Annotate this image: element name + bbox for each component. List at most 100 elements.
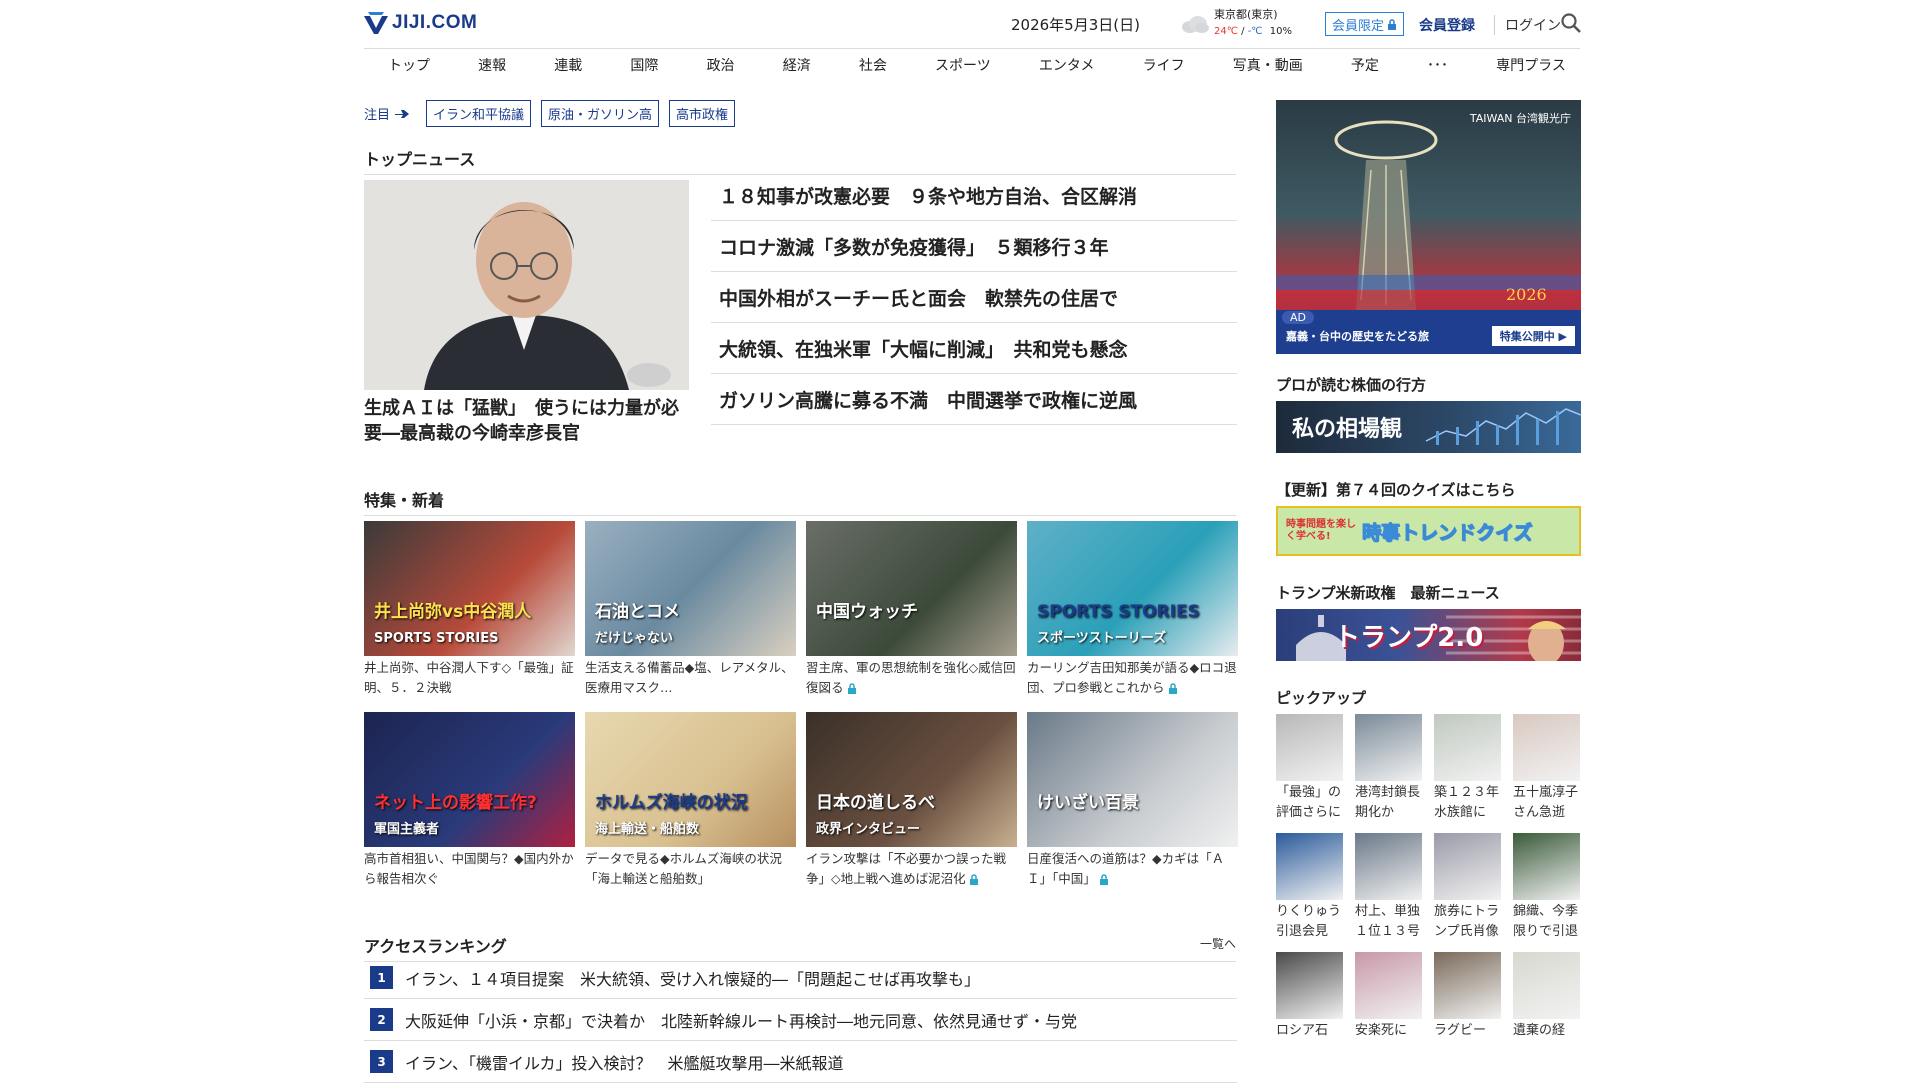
quiz-banner[interactable]: 時事問題を楽しく学べる! 時事トレンドクイズ bbox=[1276, 506, 1581, 556]
top-news-item[interactable]: 中国外相がスーチー氏と面会 軟禁先の住居で bbox=[711, 272, 1237, 323]
pickup-caption: 村上、単独１位１３号 bbox=[1355, 904, 1421, 939]
rank-number-badge: 2 bbox=[370, 1008, 393, 1031]
ranking-text: イラン、１４項目提案 米大統領、受け入れ懐疑的―「問題起こせば再攻撃も」 bbox=[405, 969, 981, 989]
features-grid: 井上尚弥vs中谷潤人 SPORTS STORIES 井上尚弥、中谷潤人下す◇「最強」… bbox=[364, 521, 1238, 889]
pickup-item[interactable]: 五十嵐淳子さん急逝 bbox=[1513, 714, 1580, 823]
feature-image-title: ネット上の影響工作? bbox=[374, 793, 537, 813]
nav-item-12[interactable]: ･･･ bbox=[1427, 55, 1448, 75]
feature-card[interactable]: けいざい百景 日産復活への道筋は？◆カギは「ＡＩ」「中国」 bbox=[1027, 712, 1238, 889]
weather-city: 東京都(東京) bbox=[1214, 8, 1278, 21]
nav-item-9[interactable]: ライフ bbox=[1143, 55, 1185, 75]
logo[interactable]: JIJI.COM bbox=[364, 12, 477, 34]
feature-caption: イラン攻撃は「不必要かつ誤った戦争」◇地上戦へ進めば泥沼化 bbox=[806, 849, 1017, 889]
feature-image: 日本の道しるべ 政界インタビュー bbox=[806, 712, 1017, 847]
pickup-image bbox=[1513, 714, 1580, 781]
pickup-grid: 「最強」の評価さらに 港湾封鎖長期化か 築１２３年水族館に 五十嵐淳子さん急逝りくりゅ… bbox=[1276, 714, 1581, 1041]
feature-caption: 日産復活への道筋は？◆カギは「ＡＩ」「中国」 bbox=[1027, 849, 1238, 889]
quiz-banner-text: 時事トレンドクイズ bbox=[1361, 521, 1533, 544]
member-register-link[interactable]: 会員登録 bbox=[1419, 15, 1475, 35]
search-icon[interactable] bbox=[1560, 12, 1582, 34]
nav-item-1[interactable]: 速報 bbox=[478, 55, 506, 75]
ad-banner[interactable]: 2026 TAIWAN 台湾観光庁 AD 嘉義・台中の歴史をたどる旅 特集公開中… bbox=[1276, 100, 1581, 354]
nav-item-8[interactable]: エンタメ bbox=[1039, 55, 1095, 75]
ranking-more-link[interactable]: 一覧へ bbox=[1200, 935, 1236, 952]
feature-card[interactable]: 中国ウォッチ 習主席、軍の思想統制を強化◇威信回復図る bbox=[806, 521, 1017, 698]
feature-caption: カーリング吉田知那美が語る◆ロコ退団、プロ参戦とこれから bbox=[1027, 658, 1238, 698]
weather-precip: 10% bbox=[1269, 26, 1292, 37]
feature-caption-text: 日産復活への道筋は？◆カギは「ＡＩ」「中国」 bbox=[1027, 851, 1225, 886]
pickup-heading: ピックアップ bbox=[1276, 689, 1367, 707]
stock-banner[interactable]: 私の相場観 bbox=[1276, 401, 1581, 453]
pickup-item[interactable]: 築１２３年水族館に bbox=[1434, 714, 1501, 823]
pickup-caption: 五十嵐淳子さん急逝 bbox=[1513, 785, 1579, 820]
feature-card[interactable]: ホルムズ海峡の状況 海上輸送・船舶数 データで見る◆ホルムズ海峡の状況「海上輸送と船… bbox=[585, 712, 796, 889]
pickup-item[interactable]: 旅券にトランプ氏肖像 bbox=[1434, 833, 1501, 942]
nav-item-5[interactable]: 経済 bbox=[783, 55, 811, 75]
member-only-button[interactable]: 会員限定 bbox=[1325, 12, 1405, 36]
feature-image-subtitle: 海上輸送・船舶数 bbox=[595, 822, 700, 837]
top-news-photo[interactable] bbox=[364, 180, 689, 390]
trump-banner[interactable]: トランプ2.0 bbox=[1276, 609, 1581, 661]
feature-image: ネット上の影響工作? 軍国主義者 bbox=[364, 712, 575, 847]
pickup-caption: 遺棄の経 bbox=[1513, 1023, 1566, 1038]
weather-widget[interactable]: 東京都(東京) 24℃ / -℃ 10% bbox=[1180, 6, 1292, 37]
pickup-item[interactable]: 港湾封鎖長期化か bbox=[1355, 714, 1422, 823]
pickup-caption: 旅券にトランプ氏肖像 bbox=[1434, 904, 1500, 939]
feature-card[interactable]: ネット上の影響工作? 軍国主義者 高市首相狙い、中国関与？◆国内外から報告相次ぐ bbox=[364, 712, 575, 889]
top-news-item[interactable]: コロナ激減「多数が免疫獲得」 ５類移行３年 bbox=[711, 221, 1237, 272]
lock-icon bbox=[1099, 874, 1108, 885]
nav-item-2[interactable]: 連載 bbox=[554, 55, 582, 75]
ranking-item[interactable]: 3 イラン、「機雷イルカ」投入検討？ 米艦艇攻撃用―米紙報道 bbox=[364, 1041, 1237, 1083]
feature-image-title: 石油とコメ bbox=[595, 602, 680, 622]
feature-card[interactable]: 日本の道しるべ 政界インタビュー イラン攻撃は「不必要かつ誤った戦争」◇地上戦へ進め… bbox=[806, 712, 1017, 889]
pickup-item[interactable]: 村上、単独１位１３号 bbox=[1355, 833, 1422, 942]
pickup-item[interactable]: 「最強」の評価さらに bbox=[1276, 714, 1343, 823]
pickup-image bbox=[1434, 952, 1501, 1019]
feature-card[interactable]: SPORTS STORIES スポーツストーリーズ カーリング吉田知那美が語る◆ロコ… bbox=[1027, 521, 1238, 698]
ranking-item[interactable]: 1 イラン、１４項目提案 米大統領、受け入れ懐疑的―「問題起こせば再攻撃も」 bbox=[364, 957, 1237, 999]
attention-tag-1[interactable]: イラン和平協議 bbox=[426, 100, 532, 127]
weather-temp: 24℃ / -℃ 10% bbox=[1214, 26, 1292, 37]
pickup-item[interactable]: りくりゅう引退会見 bbox=[1276, 833, 1343, 942]
lock-icon bbox=[1168, 683, 1177, 694]
ranking-item[interactable]: 2 大阪延伸「小浜・京都」で決着か 北陸新幹線ルート再検討―地元同意、依然見通せず… bbox=[364, 999, 1237, 1041]
login-link[interactable]: ログイン bbox=[1494, 15, 1561, 35]
top-news-item[interactable]: ガソリン高騰に募る不満 中間選挙で政権に逆風 bbox=[711, 374, 1237, 425]
pickup-item[interactable]: ロシア石 bbox=[1276, 952, 1343, 1041]
ad-badge: AD bbox=[1282, 311, 1314, 324]
stock-heading[interactable]: プロが読む株価の行方 bbox=[1276, 374, 1581, 395]
nav-item-11[interactable]: 予定 bbox=[1351, 55, 1379, 75]
top-news-item[interactable]: 大統領、在独米軍「大幅に削減」 共和党も懸念 bbox=[711, 323, 1237, 374]
pickup-caption: ロシア石 bbox=[1276, 1023, 1329, 1038]
attention-label: 注目 bbox=[364, 104, 410, 123]
nav-item-4[interactable]: 政治 bbox=[707, 55, 735, 75]
feature-caption: 生活支える備蓄品◆塩、レアメタル、医療用マスク… bbox=[585, 658, 796, 698]
portrait-image bbox=[364, 180, 689, 390]
top-news-item[interactable]: １８知事が改憲必要 ９条や地方自治、合区解消 bbox=[711, 170, 1237, 221]
pickup-item[interactable]: 安楽死に bbox=[1355, 952, 1422, 1041]
header-date: 2026年5月3日(日) bbox=[1011, 16, 1140, 34]
pickup-image bbox=[1276, 952, 1343, 1019]
feature-card[interactable]: 井上尚弥vs中谷潤人 SPORTS STORIES 井上尚弥、中谷潤人下す◇「最強」… bbox=[364, 521, 575, 698]
feature-caption: 高市首相狙い、中国関与？◆国内外から報告相次ぐ bbox=[364, 849, 575, 889]
pickup-item[interactable]: ラグビー bbox=[1434, 952, 1501, 1041]
quiz-heading[interactable]: 【更新】第７４回のクイズはこちら bbox=[1276, 479, 1581, 500]
pickup-image bbox=[1276, 714, 1343, 781]
trump-heading[interactable]: トランプ米新政権 最新ニュース bbox=[1276, 582, 1581, 603]
pickup-item[interactable]: 遺棄の経 bbox=[1513, 952, 1580, 1041]
nav-item-0[interactable]: トップ bbox=[388, 55, 430, 75]
feature-image: 中国ウォッチ bbox=[806, 521, 1017, 656]
pickup-item[interactable]: 錦織、今季限りで引退 bbox=[1513, 833, 1580, 942]
nav-item-3[interactable]: 国際 bbox=[630, 55, 658, 75]
attention-tag-2[interactable]: 原油・ガソリン高 bbox=[541, 100, 660, 127]
nav-item-6[interactable]: 社会 bbox=[859, 55, 887, 75]
attention-tag-3[interactable]: 高市政権 bbox=[669, 100, 736, 127]
ad-button[interactable]: 特集公開中 ▶ bbox=[1491, 326, 1575, 346]
feature-image: ホルムズ海峡の状況 海上輸送・船舶数 bbox=[585, 712, 796, 847]
nav-item-7[interactable]: スポーツ bbox=[935, 55, 991, 75]
lock-icon bbox=[969, 874, 978, 885]
nav-item-13[interactable]: 専門プラス bbox=[1496, 55, 1566, 75]
top-news-feature-link[interactable]: 生成ＡＩは「猛獣」 使うには力量が必要―最高裁の今崎幸彦長官 bbox=[364, 396, 689, 446]
feature-card[interactable]: 石油とコメ だけじゃない 生活支える備蓄品◆塩、レアメタル、医療用マスク… bbox=[585, 521, 796, 698]
nav-item-10[interactable]: 写真・動画 bbox=[1233, 55, 1303, 75]
